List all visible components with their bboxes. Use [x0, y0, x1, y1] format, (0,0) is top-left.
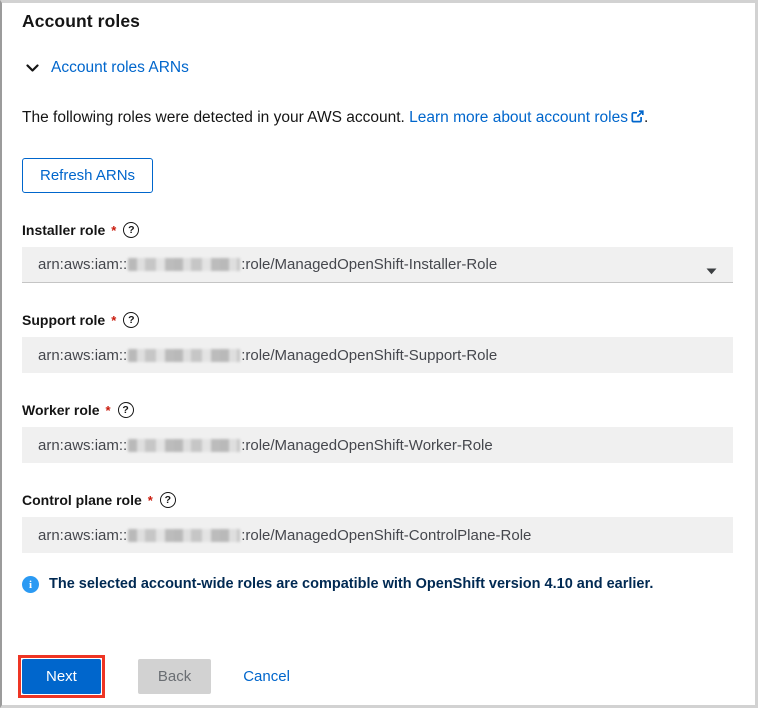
support-role-group: Support role * ? arn:aws:iam:::role/Mana…: [22, 312, 733, 373]
control-plane-role-label-row: Control plane role * ?: [22, 492, 733, 508]
support-role-field: arn:aws:iam:::role/ManagedOpenShift-Supp…: [22, 337, 733, 373]
account-roles-arns-toggle[interactable]: Account roles ARNs: [22, 59, 189, 77]
redacted-account-id: [128, 438, 241, 452]
support-role-label: Support role: [22, 312, 106, 328]
chevron-down-icon: [26, 63, 39, 73]
worker-role-label-row: Worker role * ?: [22, 402, 733, 418]
installer-role-group: Installer role * ? arn:aws:iam:::role/Ma…: [22, 222, 733, 283]
refresh-arns-button[interactable]: Refresh ARNs: [22, 158, 154, 193]
intro-text: The following roles were detected in you…: [22, 108, 733, 129]
worker-role-label: Worker role: [22, 402, 100, 418]
caret-down-icon: [706, 262, 717, 279]
worker-role-field: arn:aws:iam:::role/ManagedOpenShift-Work…: [22, 427, 733, 463]
required-asterisk: *: [105, 402, 111, 418]
help-icon[interactable]: ?: [123, 222, 140, 238]
redacted-account-id: [128, 528, 241, 542]
required-asterisk: *: [147, 492, 153, 508]
installer-role-label-row: Installer role * ?: [22, 222, 733, 238]
support-role-label-row: Support role * ?: [22, 312, 733, 328]
learn-more-link[interactable]: Learn more about account roles: [409, 109, 644, 126]
required-asterisk: *: [111, 222, 117, 238]
help-icon[interactable]: ?: [123, 312, 140, 328]
wizard-footer: Next Back Cancel: [18, 655, 733, 698]
control-plane-role-label: Control plane role: [22, 492, 142, 508]
installer-role-label: Installer role: [22, 222, 106, 238]
help-icon[interactable]: ?: [159, 492, 176, 508]
control-plane-role-field: arn:aws:iam:::role/ManagedOpenShift-Cont…: [22, 517, 733, 553]
page-title: Account roles: [22, 11, 140, 31]
installer-role-select[interactable]: arn:aws:iam:::role/ManagedOpenShift-Inst…: [22, 247, 733, 283]
control-plane-role-group: Control plane role * ? arn:aws:iam:::rol…: [22, 492, 733, 553]
account-roles-arns-link[interactable]: Account roles ARNs: [51, 59, 189, 77]
help-icon[interactable]: ?: [117, 402, 134, 418]
cancel-button[interactable]: Cancel: [227, 659, 306, 694]
info-icon: i: [22, 576, 39, 593]
redacted-account-id: [128, 258, 241, 271]
redacted-account-id: [128, 348, 241, 362]
next-button-highlight: Next: [18, 655, 105, 698]
external-link-icon: [631, 109, 644, 129]
required-asterisk: *: [111, 312, 117, 328]
next-button[interactable]: Next: [22, 659, 101, 694]
intro-suffix: .: [643, 109, 649, 126]
back-button: Back: [137, 659, 212, 694]
version-compatibility-note: i The selected account-wide roles are co…: [22, 575, 733, 594]
worker-role-group: Worker role * ? arn:aws:iam:::role/Manag…: [22, 402, 733, 463]
intro-text-before: The following roles were detected in you…: [22, 109, 410, 126]
account-roles-panel: Account roles Account roles ARNs The fol…: [0, 0, 758, 708]
info-text: The selected account-wide roles are comp…: [49, 576, 654, 592]
